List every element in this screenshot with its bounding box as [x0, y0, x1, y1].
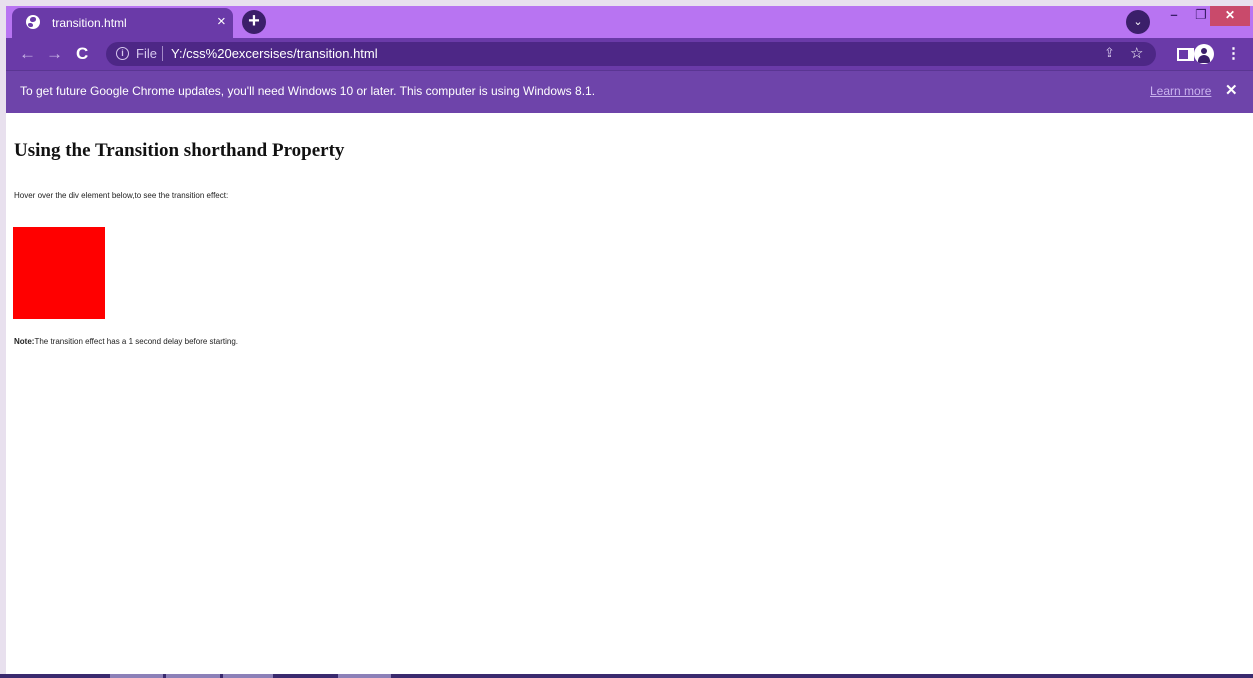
side-panel-icon[interactable] [1177, 48, 1194, 61]
file-label: File [136, 46, 157, 61]
infobar-message: To get future Google Chrome updates, you… [20, 84, 596, 98]
globe-icon [26, 15, 40, 29]
learn-more-link[interactable]: Learn more [1150, 84, 1211, 98]
transition-demo-box[interactable] [13, 227, 105, 319]
profile-icon[interactable] [1194, 44, 1214, 64]
taskbar-button[interactable] [338, 674, 391, 678]
title-bar: transition.html × + ⌄ – ❐ ✕ [6, 6, 1253, 38]
page-note: Note:The transition effect has a 1 secon… [14, 337, 238, 346]
browser-window: transition.html × + ⌄ – ❐ ✕ ← → C i File… [6, 6, 1253, 674]
infobar-close-button[interactable]: ✕ [1225, 81, 1238, 99]
page-title: Using the Transition shorthand Property [14, 140, 345, 161]
page-intro: Hover over the div element below,to see … [14, 191, 229, 200]
info-icon[interactable]: i [116, 47, 129, 60]
window-close-button[interactable]: ✕ [1210, 6, 1250, 26]
bookmark-star-icon[interactable]: ☆ [1130, 44, 1143, 62]
note-text: The transition effect has a 1 second del… [34, 337, 238, 346]
new-tab-button[interactable]: + [242, 10, 266, 34]
reload-button[interactable]: C [76, 44, 88, 64]
taskbar-button[interactable] [166, 674, 220, 678]
share-icon[interactable]: ⇪ [1104, 45, 1115, 61]
taskbar-strip [0, 674, 1253, 678]
address-bar[interactable]: i File Y:/css%20excersises/transition.ht… [106, 42, 1156, 66]
note-label: Note: [14, 337, 35, 346]
taskbar-button[interactable] [110, 674, 163, 678]
tab-search-button[interactable]: ⌄ [1126, 10, 1150, 34]
update-infobar: To get future Google Chrome updates, you… [6, 70, 1253, 113]
page-content: Using the Transition shorthand Property … [6, 113, 1253, 674]
browser-toolbar: ← → C i File Y:/css%20excersises/transit… [6, 38, 1253, 70]
tab-close-button[interactable]: × [217, 14, 226, 30]
browser-tab[interactable]: transition.html × [12, 8, 233, 38]
menu-kebab-icon[interactable]: ⋮ [1226, 45, 1241, 63]
address-divider [162, 46, 163, 61]
back-button[interactable]: ← [19, 44, 36, 64]
url-text[interactable]: Y:/css%20excersises/transition.html [171, 46, 378, 61]
minimize-button[interactable]: – [1161, 6, 1187, 26]
tab-title: transition.html [52, 16, 127, 30]
forward-button[interactable]: → [46, 44, 63, 64]
taskbar-button[interactable] [223, 674, 273, 678]
